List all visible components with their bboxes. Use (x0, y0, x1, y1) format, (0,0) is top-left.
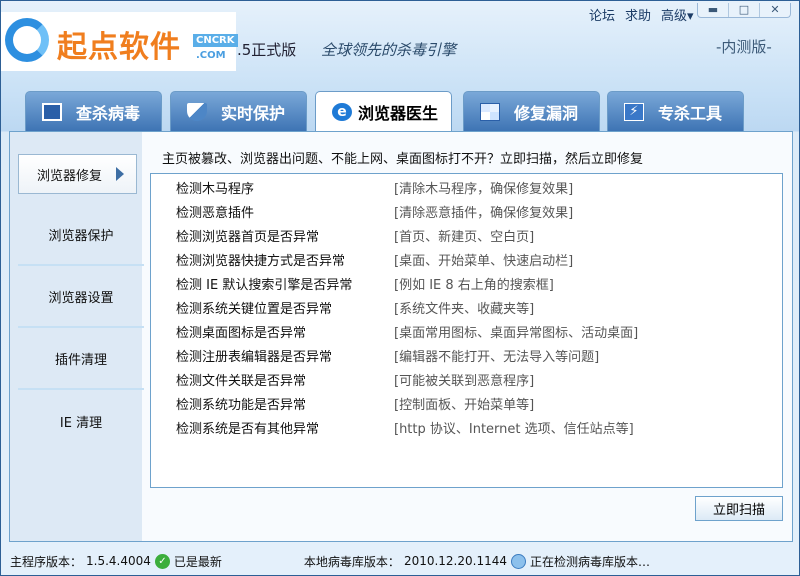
check-description: [http 协议、Internet 选项、信任站点等] (394, 422, 634, 437)
check-row: 检测浏览器首页是否异常 [首页、新建页、空白页] (176, 226, 534, 250)
slogan: 全球领先的杀毒引擎 (321, 41, 457, 59)
advanced-menu[interactable]: 高级▾ (661, 5, 694, 24)
check-row: 检测浏览器快捷方式是否异常 [桌面、开始菜单、快速启动栏] (176, 250, 573, 274)
check-description: [首页、新建页、空白页] (394, 230, 535, 245)
check-description: [例如 IE 8 右上角的搜索框] (394, 278, 554, 293)
db-state: 正在检测病毒库版本… (530, 554, 651, 569)
logo-text: 起点软件 (57, 30, 181, 65)
tab-realtime-protection[interactable]: 实时保护 (170, 91, 307, 131)
close-button[interactable]: ✕ (760, 3, 790, 17)
check-row: 检测 IE 默认搜索引擎是否异常 [例如 IE 8 右上角的搜索框] (176, 274, 554, 298)
check-description: [编辑器不能打开、无法导入等问题] (394, 350, 600, 365)
arrow-right-icon (116, 167, 125, 181)
tab-browser-doctor[interactable]: e 浏览器医生 (315, 91, 452, 132)
check-row: 检测木马程序 [清除木马程序，确保修复效果] (176, 178, 573, 202)
check-description: [系统文件夹、收藏夹等] (394, 302, 535, 317)
sidebar-item-label: 浏览器保护 (48, 228, 114, 244)
check-row: 检测系统关键位置是否异常 [系统文件夹、收藏夹等] (176, 298, 534, 322)
db-version-label: 本地病毒库版本： (303, 554, 400, 569)
tab-label: 修复漏洞 (514, 103, 579, 123)
check-row: 检测文件关联是否异常 [可能被关联到恶意程序] (176, 370, 534, 394)
help-link[interactable]: 求助 (625, 5, 651, 24)
check-row: 检测恶意插件 [清除恶意插件，确保修复效果] (176, 202, 573, 226)
check-description: [清除木马程序，确保修复效果] (394, 182, 574, 197)
sidebar: 浏览器修复 浏览器保护 浏览器设置 插件清理 IE 清理 (10, 132, 144, 541)
check-name: 检测注册表编辑器是否异常 (176, 350, 333, 365)
db-version: 2010.12.20.1144 (403, 554, 507, 568)
sidebar-item-browser-settings[interactable]: 浏览器设置 (18, 266, 144, 328)
forum-link[interactable]: 论坛 (589, 5, 615, 24)
tab-label: 专杀工具 (658, 103, 723, 123)
tab-special-tools[interactable]: ⚡ 专杀工具 (607, 91, 744, 131)
status-bar: 主程序版本： 1.5.4.4004 ✓ 已是最新 本地病毒库版本： 2010.1… (1, 546, 799, 576)
sidebar-item-label: IE 清理 (59, 415, 103, 431)
check-row: 检测系统是否有其他异常 [http 协议、Internet 选项、信任站点等] (176, 418, 634, 442)
tab-label: 查杀病毒 (76, 103, 141, 123)
tab-label: 实时保护 (221, 103, 286, 123)
check-icon: ✓ (154, 553, 170, 569)
check-name: 检测系统功能是否异常 (176, 398, 307, 413)
check-row: 检测注册表编辑器是否异常 [编辑器不能打开、无法导入等问题] (176, 346, 599, 370)
sidebar-item-browser-repair[interactable]: 浏览器修复 (18, 154, 137, 194)
minimize-button[interactable]: ▬ (698, 3, 729, 17)
check-description: [控制面板、开始菜单等] (394, 398, 535, 413)
sidebar-item-browser-protection[interactable]: 浏览器保护 (18, 204, 144, 266)
check-description: [清除恶意插件，确保修复效果] (394, 206, 574, 221)
intro-text: 主页被篡改、浏览器出问题、不能上网、桌面图标打不开？立即扫描，然后立即修复 (162, 152, 644, 167)
program-version-label: 主程序版本： (10, 554, 83, 569)
sidebar-item-ie-cleanup[interactable]: IE 清理 (18, 390, 144, 452)
windows-icon (480, 102, 500, 121)
check-name: 检测系统关键位置是否异常 (176, 302, 333, 317)
lightning-icon: ⚡ (624, 102, 644, 121)
edition-label: -内测版- (716, 38, 772, 56)
sidebar-item-label: 浏览器设置 (48, 290, 114, 306)
check-row: 检测系统功能是否异常 [控制面板、开始菜单等] (176, 394, 534, 418)
check-name: 检测系统是否有其他异常 (176, 422, 320, 437)
app-window: 起点软件 CNCRK .COM .5正式版 全球领先的杀毒引擎 -内测版- 论坛… (0, 0, 800, 576)
check-row: 检测桌面图标是否异常 [桌面常用图标、桌面异常图标、活动桌面] (176, 322, 638, 346)
sidebar-item-plugin-cleanup[interactable]: 插件清理 (18, 328, 144, 390)
check-description: [桌面常用图标、桌面异常图标、活动桌面] (394, 326, 639, 341)
monitor-icon (42, 102, 62, 121)
logo-icon (5, 18, 49, 62)
check-name: 检测桌面图标是否异常 (176, 326, 307, 341)
sidebar-item-label: 浏览器修复 (37, 168, 103, 184)
check-name: 检测 IE 默认搜索引擎是否异常 (176, 278, 353, 293)
logo-badge: CNCRK (193, 34, 238, 47)
check-name: 检测文件关联是否异常 (176, 374, 307, 389)
logo-watermark: 起点软件 CNCRK .COM (1, 12, 238, 71)
tab-label: 浏览器医生 (358, 104, 439, 123)
check-description: [桌面、开始菜单、快速启动栏] (394, 254, 574, 269)
logo-domain: .COM (196, 50, 226, 61)
content-panel: 浏览器修复 浏览器保护 浏览器设置 插件清理 IE 清理 主页被篡改、浏览器出问… (9, 131, 793, 542)
ie-icon: e (332, 103, 352, 121)
check-name: 检测浏览器快捷方式是否异常 (176, 254, 346, 269)
version-label: .5正式版 (237, 41, 297, 59)
check-name: 检测浏览器首页是否异常 (176, 230, 320, 245)
maximize-button[interactable]: □ (729, 3, 760, 17)
tab-scan-virus[interactable]: 查杀病毒 (25, 91, 162, 131)
program-state: 已是最新 (173, 554, 222, 569)
check-name: 检测木马程序 (176, 182, 255, 197)
sync-icon (511, 553, 526, 569)
tab-fix-vulnerabilities[interactable]: 修复漏洞 (463, 91, 600, 131)
check-list: 检测木马程序 [清除木马程序，确保修复效果] 检测恶意插件 [清除恶意插件，确保修复效… (150, 173, 783, 488)
scan-now-button[interactable]: 立即扫描 (695, 496, 783, 521)
program-version: 1.5.4.4004 (86, 554, 151, 568)
shield-icon (187, 102, 207, 121)
sidebar-item-label: 插件清理 (54, 352, 107, 368)
check-description: [可能被关联到恶意程序] (394, 374, 535, 389)
check-name: 检测恶意插件 (176, 206, 255, 221)
